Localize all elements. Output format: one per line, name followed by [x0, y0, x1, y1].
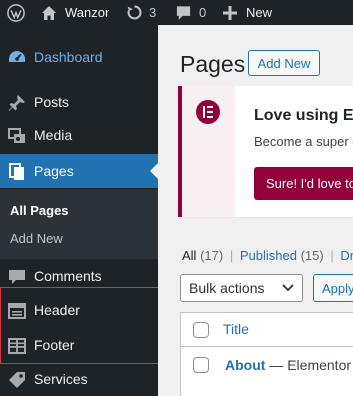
header-template-icon: [8, 303, 26, 319]
media-icon: [8, 128, 25, 143]
chevron-down-icon: [282, 284, 294, 292]
sidebar-item-label: Services: [34, 371, 88, 387]
sidebar-item-posts[interactable]: Posts: [0, 85, 158, 119]
notice-accept-button[interactable]: Sure! I'd love to: [254, 167, 353, 200]
site-name: Wanzor: [65, 5, 110, 20]
status-filters: All (17) | Published (15) | Dra: [182, 248, 353, 263]
admin-sidebar: Dashboard Posts Media Pages All Pages Ad…: [0, 25, 158, 396]
bulk-actions-select[interactable]: Bulk actions: [180, 274, 303, 302]
updates-count: 3: [149, 5, 157, 20]
table-row: About — Elementor: [225, 357, 351, 373]
sidebar-item-label: Pages: [34, 163, 74, 179]
column-title-header[interactable]: Title: [223, 321, 249, 337]
bulk-actions-value: Bulk actions: [189, 280, 265, 296]
comments-count: 0: [199, 5, 207, 20]
sidebar-item-label: Media: [34, 127, 73, 143]
sidebar-item-label: Header: [34, 302, 80, 318]
plus-icon: [223, 5, 237, 20]
sidebar-item-label: Posts: [34, 94, 70, 110]
home-icon: [42, 5, 56, 20]
comment-icon: [9, 270, 25, 284]
comment-icon: [176, 5, 191, 20]
sidebar-item-comments[interactable]: Comments: [0, 259, 158, 293]
filter-published-count: (15): [300, 248, 324, 263]
tag-icon: [9, 372, 25, 388]
filter-all-count: (17): [200, 248, 224, 263]
pages-table: Title About — Elementor: [180, 312, 353, 396]
updates-icon: [127, 5, 142, 20]
footer-template-icon: [8, 338, 26, 354]
notice-title: Love using El: [254, 107, 353, 124]
sidebar-item-dashboard[interactable]: Dashboard: [0, 40, 158, 74]
submenu-all-pages[interactable]: All Pages: [10, 203, 69, 218]
pin-icon: [8, 95, 25, 111]
dashboard-icon: [9, 51, 25, 62]
notice-subtitle: Become a super c: [254, 134, 353, 149]
row-checkbox[interactable]: [193, 357, 209, 373]
site-home-link[interactable]: Wanzor: [41, 0, 109, 25]
pages-icon: [9, 163, 24, 180]
sidebar-item-media[interactable]: Media: [0, 118, 158, 152]
add-new-button[interactable]: Add New: [248, 50, 320, 76]
row-title-link[interactable]: About: [225, 357, 265, 373]
sidebar-item-label: Comments: [34, 268, 102, 284]
elementor-notice: Love using El Become a super c Sure! I'd…: [178, 86, 353, 217]
updates-link[interactable]: 3: [126, 0, 156, 25]
admin-bar: Wanzor 3 0 New: [0, 0, 353, 25]
wordpress-logo-icon[interactable]: [7, 0, 25, 25]
sidebar-item-label: Footer: [34, 337, 75, 353]
elementor-logo-icon: [196, 100, 220, 124]
apply-button[interactable]: Apply: [313, 274, 353, 302]
select-all-checkbox[interactable]: [193, 322, 209, 338]
sidebar-item-header[interactable]: Header: [0, 293, 158, 327]
filter-published[interactable]: Published: [240, 248, 297, 263]
new-label: New: [246, 5, 273, 20]
filter-all[interactable]: All: [182, 248, 196, 263]
notice-icon-area: [182, 86, 235, 217]
row-title-suffix: — Elementor: [265, 357, 352, 373]
sidebar-item-footer[interactable]: Footer: [0, 328, 158, 362]
sidebar-item-services[interactable]: Services: [0, 362, 158, 396]
new-content-link[interactable]: New: [223, 0, 272, 25]
pages-submenu: All Pages Add New: [0, 189, 158, 259]
page-title: Pages: [180, 51, 246, 77]
table-header: Title: [181, 313, 353, 347]
comments-link[interactable]: 0: [175, 0, 206, 25]
sidebar-item-label: Dashboard: [34, 49, 103, 65]
main-content: Pages Add New Love using El Become a sup…: [158, 25, 353, 396]
filter-draft[interactable]: Dra: [340, 248, 353, 263]
submenu-add-new[interactable]: Add New: [10, 231, 63, 246]
sidebar-item-pages[interactable]: Pages: [0, 154, 158, 188]
